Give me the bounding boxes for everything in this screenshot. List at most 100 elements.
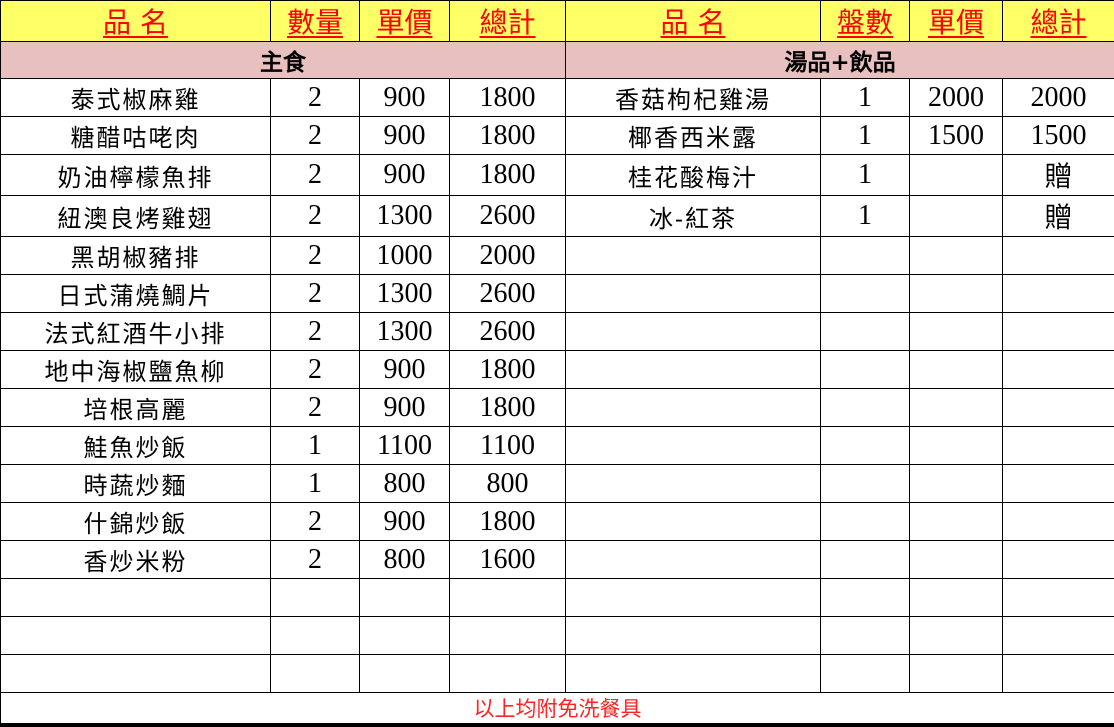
- left-item-total: 1800: [450, 389, 566, 427]
- table-row: 鮭魚炒飯111001100: [1, 427, 1114, 465]
- left-item-price: 1300: [360, 196, 450, 237]
- right-item-qty: 1: [821, 155, 910, 196]
- left-item-name: 泰式椒麻雞: [1, 79, 271, 117]
- left-item-name: 時蔬炒麵: [1, 465, 271, 503]
- left-item-name: 黑胡椒豬排: [1, 237, 271, 275]
- left-item-qty: 2: [271, 389, 360, 427]
- right-item-total: [1003, 541, 1114, 579]
- left-item-price: 800: [360, 541, 450, 579]
- left-item-price: 900: [360, 79, 450, 117]
- left-item-total: [450, 655, 566, 693]
- left-item-price: 900: [360, 351, 450, 389]
- left-item-total: 1800: [450, 503, 566, 541]
- right-item-name: [566, 655, 821, 693]
- right-item-total: [1003, 427, 1114, 465]
- left-item-total: 1800: [450, 117, 566, 155]
- left-item-price: 1000: [360, 237, 450, 275]
- right-item-name: [566, 541, 821, 579]
- right-item-qty: [821, 579, 910, 617]
- left-item-name: [1, 579, 271, 617]
- left-item-name: 日式蒲燒鯛片: [1, 275, 271, 313]
- left-item-qty: [271, 655, 360, 693]
- left-item-qty: [271, 579, 360, 617]
- header-right-price: 單價: [910, 1, 1003, 42]
- header-right-qty: 盤數: [821, 1, 910, 42]
- right-item-total: 贈: [1003, 155, 1114, 196]
- left-item-name: 香炒米粉: [1, 541, 271, 579]
- left-item-price: 800: [360, 465, 450, 503]
- right-item-qty: [821, 503, 910, 541]
- table-row: 地中海椒鹽魚柳29001800: [1, 351, 1114, 389]
- left-item-total: [450, 579, 566, 617]
- left-item-name: 鮭魚炒飯: [1, 427, 271, 465]
- left-item-qty: 2: [271, 237, 360, 275]
- left-item-total: 2600: [450, 313, 566, 351]
- right-item-qty: [821, 275, 910, 313]
- header-left-total: 總計: [450, 1, 566, 42]
- left-item-total: [450, 617, 566, 655]
- table-row: 法式紅酒牛小排213002600: [1, 313, 1114, 351]
- table-row: [1, 655, 1114, 693]
- table-row: [1, 579, 1114, 617]
- left-item-qty: 2: [271, 275, 360, 313]
- right-item-qty: [821, 313, 910, 351]
- right-item-price: [910, 196, 1003, 237]
- header-left-name: 品 名: [1, 1, 271, 42]
- right-item-price: [910, 617, 1003, 655]
- right-item-price: [910, 275, 1003, 313]
- table-row: [1, 617, 1114, 655]
- right-item-total: [1003, 655, 1114, 693]
- right-item-name: 桂花酸梅汁: [566, 155, 821, 196]
- table-row: 香炒米粉28001600: [1, 541, 1114, 579]
- left-item-total: 800: [450, 465, 566, 503]
- right-item-total: [1003, 351, 1114, 389]
- left-item-qty: 2: [271, 117, 360, 155]
- right-item-name: 椰香西米露: [566, 117, 821, 155]
- right-item-total: [1003, 503, 1114, 541]
- left-item-qty: 2: [271, 155, 360, 196]
- left-item-price: 900: [360, 389, 450, 427]
- left-item-total: 1800: [450, 351, 566, 389]
- table-row: 泰式椒麻雞29001800香菇枸杞雞湯120002000: [1, 79, 1114, 117]
- footer-row: 以上均附免洗餐具: [1, 693, 1114, 726]
- table-row: 日式蒲燒鯛片213002600: [1, 275, 1114, 313]
- right-item-name: [566, 351, 821, 389]
- right-item-name: [566, 465, 821, 503]
- table-row: 奶油檸檬魚排29001800桂花酸梅汁1贈: [1, 155, 1114, 196]
- left-item-total: 1800: [450, 79, 566, 117]
- right-item-price: [910, 541, 1003, 579]
- right-item-total: [1003, 465, 1114, 503]
- right-item-name: [566, 503, 821, 541]
- right-item-price: 1500: [910, 117, 1003, 155]
- right-item-qty: [821, 465, 910, 503]
- right-item-price: [910, 465, 1003, 503]
- menu-order-table: 品 名 數量 單價 總計 品 名 盤數 單價 總計 主食 湯品+飲品 泰式椒麻雞…: [0, 0, 1114, 727]
- left-item-qty: 2: [271, 503, 360, 541]
- left-item-price: [360, 617, 450, 655]
- left-item-qty: 2: [271, 79, 360, 117]
- table-row: 什錦炒飯29001800: [1, 503, 1114, 541]
- left-item-name: 糖醋咕咾肉: [1, 117, 271, 155]
- header-left-price: 單價: [360, 1, 450, 42]
- right-item-price: [910, 389, 1003, 427]
- right-item-total: [1003, 237, 1114, 275]
- left-item-price: 900: [360, 117, 450, 155]
- right-item-qty: 1: [821, 196, 910, 237]
- table-row: 糖醋咕咾肉29001800椰香西米露115001500: [1, 117, 1114, 155]
- left-item-name: 奶油檸檬魚排: [1, 155, 271, 196]
- right-item-total: [1003, 617, 1114, 655]
- left-item-total: 2600: [450, 196, 566, 237]
- header-left-qty: 數量: [271, 1, 360, 42]
- right-item-name: [566, 275, 821, 313]
- right-item-qty: [821, 541, 910, 579]
- table-row: 時蔬炒麵1800800: [1, 465, 1114, 503]
- header-right-name: 品 名: [566, 1, 821, 42]
- section-left-title: 主食: [1, 42, 566, 79]
- left-item-qty: 2: [271, 351, 360, 389]
- left-item-qty: [271, 617, 360, 655]
- right-item-qty: 1: [821, 117, 910, 155]
- header-right-total: 總計: [1003, 1, 1114, 42]
- left-item-price: 900: [360, 155, 450, 196]
- left-item-price: 1300: [360, 275, 450, 313]
- left-item-qty: 2: [271, 313, 360, 351]
